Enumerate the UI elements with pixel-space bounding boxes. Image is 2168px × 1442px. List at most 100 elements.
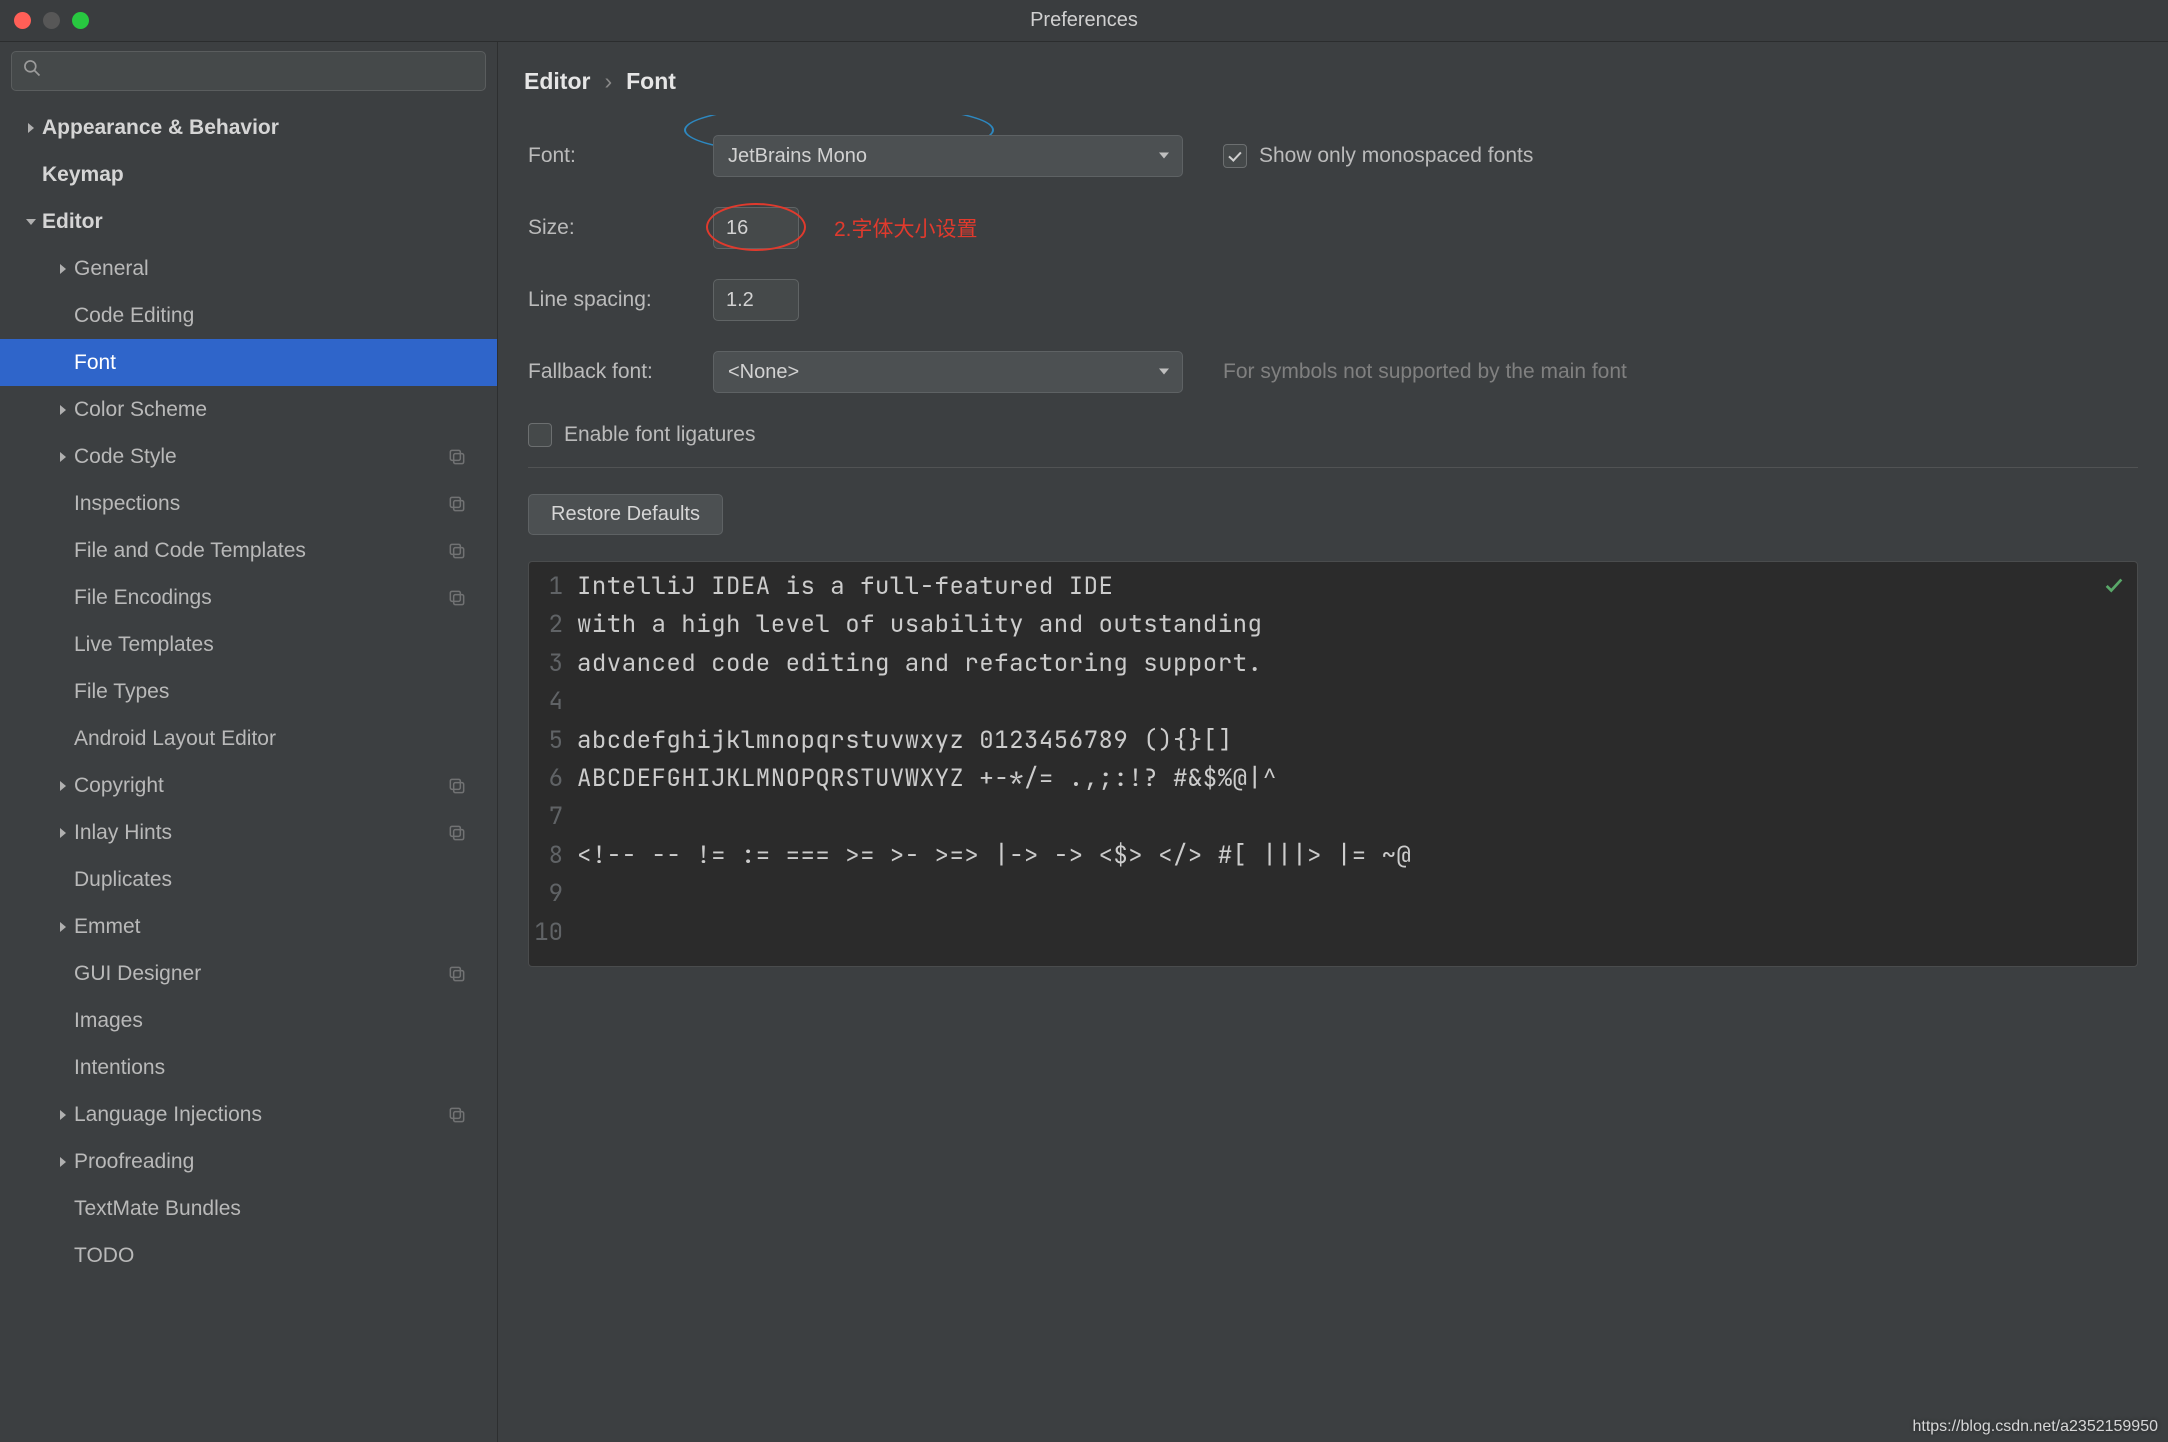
sidebar-item-code-editing[interactable]: Code Editing [0,292,497,339]
monospaced-check[interactable]: Show only monospaced fonts [1223,144,1533,168]
sidebar-item-file-types[interactable]: File Types [0,668,497,715]
checkbox-icon[interactable] [528,423,552,447]
fallback-value: <None> [728,361,799,384]
minimize-window-button[interactable] [43,12,60,29]
restore-defaults-button[interactable]: Restore Defaults [528,494,723,535]
row-size: Size: 16 2.字体大小设置 [528,207,2138,249]
chevron-right-icon [52,404,74,416]
ligatures-check[interactable]: Enable font ligatures [528,423,755,447]
sidebar-item-intentions[interactable]: Intentions [0,1044,497,1091]
sidebar-item-font[interactable]: Font [0,339,497,386]
sidebar-item-textmate-bundles[interactable]: TextMate Bundles [0,1185,497,1232]
zoom-window-button[interactable] [72,12,89,29]
preview-text: advanced code editing and refactoring su… [577,645,1262,683]
sidebar-item-file-and-code-templates[interactable]: File and Code Templates [0,527,497,574]
sidebar-item-inlay-hints[interactable]: Inlay Hints [0,809,497,856]
sidebar-item-label: Font [74,351,116,375]
sidebar-item-label: Images [74,1009,143,1033]
copy-settings-icon[interactable] [447,823,467,843]
line-number: 9 [529,875,577,913]
sidebar-item-keymap[interactable]: Keymap [0,151,497,198]
preview-line: 8<!-- -- != := === >= >- >=> |-> -> <$> … [529,837,2137,875]
chevron-down-icon [20,216,42,228]
label-font: Font: [528,144,713,168]
sidebar-item-language-injections[interactable]: Language Injections [0,1091,497,1138]
line-number: 7 [529,798,577,836]
sidebar-item-todo[interactable]: TODO [0,1232,497,1279]
sidebar-item-color-scheme[interactable]: Color Scheme [0,386,497,433]
preview-line: 4 [529,683,2137,721]
sidebar-item-label: Android Layout Editor [74,727,276,751]
preview-text: IntelliJ IDEA is a full-featured IDE [577,568,1113,606]
sidebar-item-label: File Encodings [74,586,212,610]
settings-tree[interactable]: Appearance & Behavior Keymap Editor General… [0,98,497,1442]
sidebar-item-appearance-behavior[interactable]: Appearance & Behavior [0,104,497,151]
chevron-down-icon [1158,361,1170,384]
copy-settings-icon[interactable] [447,447,467,467]
fallback-select[interactable]: <None> [713,351,1183,393]
preview-text: with a high level of usability and outst… [577,606,1262,644]
window-controls [14,12,89,29]
sidebar-item-editor[interactable]: Editor [0,198,497,245]
monospaced-label: Show only monospaced fonts [1259,144,1533,168]
chevron-right-icon [52,921,74,933]
fallback-hint: For symbols not supported by the main fo… [1223,360,1627,384]
line-number: 6 [529,760,577,798]
chevron-right-icon [52,451,74,463]
sidebar-item-label: Proofreading [74,1150,194,1174]
chevron-right-icon [52,1109,74,1121]
checkbox-icon[interactable] [1223,144,1247,168]
sidebar-item-label: Inlay Hints [74,821,172,845]
copy-settings-icon[interactable] [447,1105,467,1125]
font-select[interactable]: JetBrains Mono [713,135,1183,177]
copy-settings-icon[interactable] [447,588,467,608]
preview-line: 6ABCDEFGHIJKLMNOPQRSTUVWXYZ +-*/= .,;:!?… [529,760,2137,798]
sidebar-item-label: Copyright [74,774,164,798]
row-linespacing: Line spacing: 1.2 [528,279,2138,321]
breadcrumb-root[interactable]: Editor [524,68,590,95]
sidebar-item-inspections[interactable]: Inspections [0,480,497,527]
sidebar-item-label: File and Code Templates [74,539,306,563]
search-input[interactable] [50,60,475,82]
settings-search[interactable] [11,51,486,91]
size-input[interactable]: 16 [713,207,799,249]
sidebar-item-label: TODO [74,1244,134,1268]
preview-line: 5abcdefghijklmnopqrstuvwxyz 0123456789 (… [529,722,2137,760]
copy-settings-icon[interactable] [447,776,467,796]
sidebar-item-label: Inspections [74,492,180,516]
font-preview: 1IntelliJ IDEA is a full-featured IDE2wi… [528,561,2138,967]
sidebar-item-copyright[interactable]: Copyright [0,762,497,809]
copy-settings-icon[interactable] [447,541,467,561]
sidebar-item-label: Code Editing [74,304,194,328]
sidebar-item-emmet[interactable]: Emmet [0,903,497,950]
sidebar-item-code-style[interactable]: Code Style [0,433,497,480]
chevron-right-icon [52,1156,74,1168]
sidebar-item-file-encodings[interactable]: File Encodings [0,574,497,621]
sidebar-item-label: Code Style [74,445,177,469]
preview-line: 3advanced code editing and refactoring s… [529,645,2137,683]
chevron-right-icon [52,780,74,792]
sidebar-item-duplicates[interactable]: Duplicates [0,856,497,903]
sidebar-item-label: File Types [74,680,169,704]
linespacing-input[interactable]: 1.2 [713,279,799,321]
chevron-right-icon [52,263,74,275]
annotation-size: 2.字体大小设置 [834,213,978,243]
close-window-button[interactable] [14,12,31,29]
copy-settings-icon[interactable] [447,494,467,514]
sidebar-item-live-templates[interactable]: Live Templates [0,621,497,668]
sidebar-item-label: Keymap [42,163,124,187]
sidebar-item-android-layout-editor[interactable]: Android Layout Editor [0,715,497,762]
settings-main: Editor › Font 1.主题样式 Font: JetBrains Mon… [498,42,2168,1442]
window-title: Preferences [0,9,2168,32]
line-number: 8 [529,837,577,875]
sidebar-item-general[interactable]: General [0,245,497,292]
sidebar-item-label: Appearance & Behavior [42,116,279,140]
sidebar-item-gui-designer[interactable]: GUI Designer [0,950,497,997]
sidebar-item-images[interactable]: Images [0,997,497,1044]
sidebar-item-label: Editor [42,210,103,234]
copy-settings-icon[interactable] [447,964,467,984]
label-fallback: Fallback font: [528,360,713,384]
breadcrumb-leaf: Font [626,68,676,95]
sidebar-item-label: Duplicates [74,868,172,892]
sidebar-item-proofreading[interactable]: Proofreading [0,1138,497,1185]
